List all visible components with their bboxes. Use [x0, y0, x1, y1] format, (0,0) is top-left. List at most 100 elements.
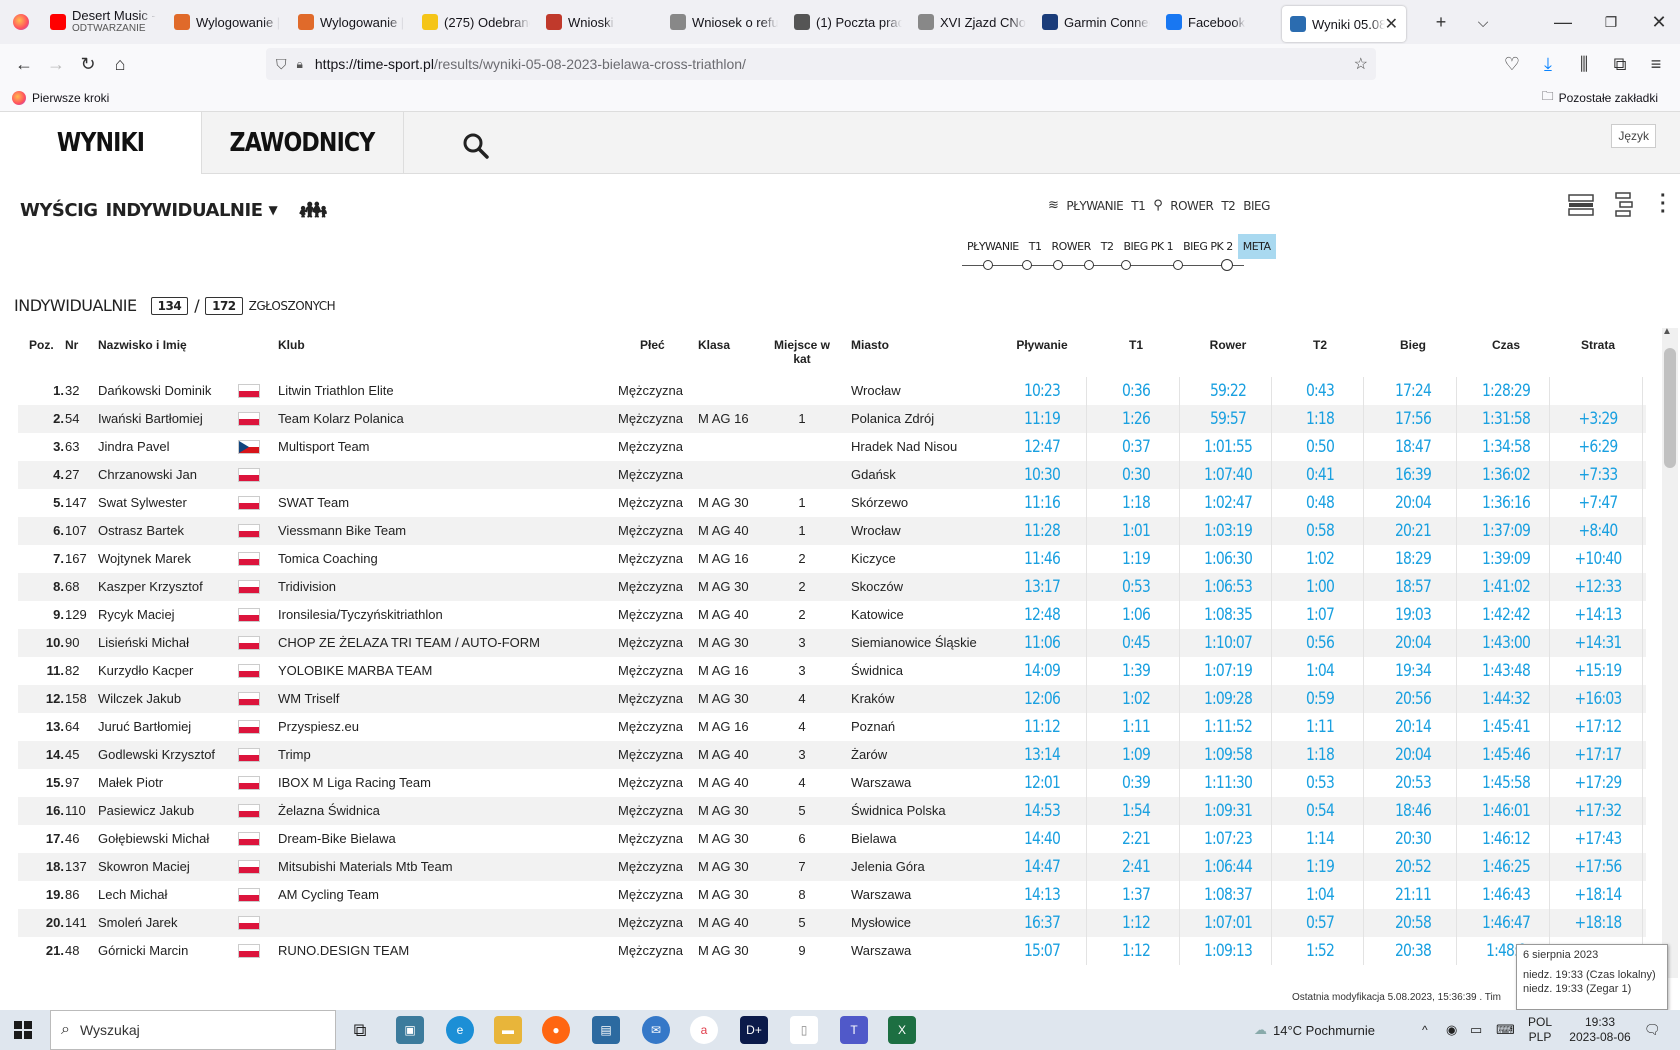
cell-name[interactable]: Wojtynek Marek	[98, 545, 243, 573]
browser-tab[interactable]: (275) Odebrane	[414, 0, 538, 44]
page-scrollbar[interactable]	[1662, 328, 1678, 978]
browser-tab[interactable]: Wylogowanie |	[290, 0, 414, 44]
table-row[interactable]: 13. 64 Juruć Bartłomiej Przyspiesz.eu Mężczy…	[18, 713, 1646, 741]
col-header-gap[interactable]: Strata	[1556, 338, 1640, 352]
teams-icon[interactable]: T	[840, 1016, 868, 1044]
split-finish[interactable]: META	[1237, 234, 1276, 259]
disney-icon[interactable]: D+	[740, 1016, 768, 1044]
cell-name[interactable]: Rycyk Maciej	[98, 601, 243, 629]
table-row[interactable]: 14. 45 Godlewski Krzysztof Trimp Mężczyzna M …	[18, 741, 1646, 769]
downloads-icon[interactable]: ⤓	[1532, 48, 1564, 80]
browser-tab[interactable]: XVI Zjazd CNoL – C	[910, 0, 1034, 44]
browser-tab[interactable]: Wnioski	[538, 0, 662, 44]
task-view-icon[interactable]: ⧉	[346, 1016, 374, 1044]
table-row[interactable]: 3. 63 Jindra Pavel Multisport Team Mężczyzna…	[18, 433, 1646, 461]
split-run-pk1[interactable]: BIEG PK 1	[1118, 234, 1178, 259]
cell-name[interactable]: Kaszper Krzysztof	[98, 573, 243, 601]
firefox-menu-icon[interactable]	[0, 0, 42, 44]
bookmark-star-icon[interactable]: ☆	[1354, 54, 1368, 74]
table-row[interactable]: 4. 27 Chrzanowski Jan Mężczyzna Gdańsk 10:30 0…	[18, 461, 1646, 489]
app-icon[interactable]: ▣	[396, 1016, 424, 1044]
scrollbar-thumb[interactable]	[1664, 348, 1676, 468]
col-header-run[interactable]: Bieg	[1371, 338, 1455, 352]
document-icon[interactable]: ▯	[790, 1016, 818, 1044]
table-row[interactable]: 21. 48 Górnicki Marcin RUNO.DESIGN TEAM Mężc…	[18, 937, 1646, 965]
extensions-icon[interactable]: ⧉	[1604, 48, 1636, 80]
table-row[interactable]: 6. 107 Ostrasz Bartek Viessmann Bike Team Mę…	[18, 517, 1646, 545]
table-row[interactable]: 10. 90 Lisieński Michał CHOP ZE ŻELAZA TRI …	[18, 629, 1646, 657]
table-row[interactable]: 16. 110 Pasiewicz Jakub Żelazna Świdnica Męż…	[18, 797, 1646, 825]
browser-tab[interactable]: Facebook	[1158, 0, 1282, 44]
taskbar-clock[interactable]: 19:33 2023-08-06	[1564, 1010, 1636, 1050]
more-options-icon[interactable]: · · ·	[1660, 186, 1667, 222]
minimize-icon[interactable]: —	[1540, 0, 1586, 44]
cell-name[interactable]: Kurzydło Kacper	[98, 657, 243, 685]
col-header-bike[interactable]: Rower	[1186, 338, 1270, 352]
split-t1[interactable]: T1	[1024, 234, 1047, 259]
col-header-club[interactable]: Klub	[278, 338, 305, 352]
cell-name[interactable]: Skowron Maciej	[98, 853, 243, 881]
cell-name[interactable]: Juruć Bartłomiej	[98, 713, 243, 741]
col-header-cat-place[interactable]: Miejsce w kat	[770, 338, 834, 366]
restore-icon[interactable]: ❐	[1588, 0, 1634, 44]
col-header-name[interactable]: Nazwisko i Imię	[98, 338, 187, 352]
table-row[interactable]: 9. 129 Rycyk Maciej Ironsilesia/Tyczyńskitr…	[18, 601, 1646, 629]
col-header-poz[interactable]: Poz.	[29, 338, 54, 352]
col-header-nr[interactable]: Nr	[65, 338, 78, 352]
split-bike[interactable]: ROWER	[1046, 234, 1095, 259]
network-icon[interactable]: ▤	[592, 1016, 620, 1044]
table-row[interactable]: 18. 137 Skowron Maciej Mitsubishi Materials…	[18, 853, 1646, 881]
cell-name[interactable]: Górnicki Marcin	[98, 937, 243, 965]
col-header-city[interactable]: Miasto	[851, 338, 889, 352]
timeline-dot-active[interactable]	[1221, 259, 1233, 271]
cell-name[interactable]: Wilczek Jakub	[98, 685, 243, 713]
firefox-icon[interactable]: ●	[542, 1016, 570, 1044]
split-swim[interactable]: PŁYWANIE	[962, 234, 1024, 259]
tray-keyboard-icon[interactable]: ⌨	[1496, 1010, 1515, 1050]
other-bookmarks[interactable]: 🗀 Pozostałe zakładki	[1542, 87, 1658, 108]
cell-name[interactable]: Lisieński Michał	[98, 629, 243, 657]
app-a-icon[interactable]: a	[690, 1016, 718, 1044]
search-icon[interactable]	[462, 132, 490, 165]
table-row[interactable]: 15. 97 Małek Piotr IBOX M Liga Racing Team M…	[18, 769, 1646, 797]
col-header-swim[interactable]: Pływanie	[1000, 338, 1084, 352]
browser-tab[interactable]: Wylogowanie |	[166, 0, 290, 44]
close-window-icon[interactable]: ✕	[1636, 0, 1680, 44]
table-row[interactable]: 20. 141 Smoleń Jarek Mężczyzna M AG 40 5 Mysło…	[18, 909, 1646, 937]
cell-name[interactable]: Jindra Pavel	[98, 433, 243, 461]
browser-tab[interactable]: Garmin Connec	[1034, 0, 1158, 44]
tab-results[interactable]: WYNIKI	[15, 112, 186, 174]
cell-name[interactable]: Dańkowski Dominik	[98, 377, 243, 405]
browser-tab[interactable]: (1) Poczta prac	[786, 0, 910, 44]
view-rows-icon[interactable]	[1568, 194, 1594, 221]
cell-name[interactable]: Gołębiewski Michał	[98, 825, 243, 853]
table-row[interactable]: 8. 68 Kaszper Krzysztof Tridivision Mężczyzn…	[18, 573, 1646, 601]
cell-name[interactable]: Swat Sylwester	[98, 489, 243, 517]
menu-icon[interactable]: ≡	[1640, 48, 1672, 80]
list-tabs-icon[interactable]: ⌵	[1460, 0, 1506, 44]
table-row[interactable]: 11. 82 Kurzydło Kacper YOLOBIKE MARBA TEAM M…	[18, 657, 1646, 685]
excel-icon[interactable]: X	[888, 1016, 916, 1044]
windows-start-icon[interactable]	[14, 1021, 32, 1044]
browser-tab[interactable]: Wyniki 05.08.202✕	[1282, 6, 1406, 42]
language-button[interactable]: Język	[1611, 124, 1656, 148]
cell-name[interactable]: Godlewski Krzysztof	[98, 741, 243, 769]
timeline-dot[interactable]	[1053, 260, 1063, 270]
bookmark-first-steps[interactable]: Pierwsze kroki	[32, 91, 109, 105]
tray-network-icon[interactable]: ▭	[1470, 1010, 1482, 1050]
input-language[interactable]: POL PLP	[1528, 1010, 1552, 1050]
race-selector[interactable]: WYŚCIG INDYWIDUALNIE ▼ 👪︎	[20, 192, 327, 228]
race-value[interactable]: INDYWIDUALNIE	[106, 200, 263, 221]
view-tree-icon[interactable]	[1614, 192, 1634, 223]
lock-icon[interactable]: 🔒︎	[297, 57, 303, 72]
table-row[interactable]: 19. 86 Lech Michał AM Cycling Team Mężczyzna…	[18, 881, 1646, 909]
cell-name[interactable]: Lech Michał	[98, 881, 243, 909]
forward-icon[interactable]: →	[40, 48, 72, 80]
tray-record-icon[interactable]: ◉	[1446, 1010, 1457, 1050]
cell-name[interactable]: Małek Piotr	[98, 769, 243, 797]
table-row[interactable]: 12. 158 Wilczek Jakub WM Triself Mężczyzna M …	[18, 685, 1646, 713]
col-header-class[interactable]: Klasa	[698, 338, 730, 352]
thunderbird-icon[interactable]: ✉	[642, 1016, 670, 1044]
table-row[interactable]: 5. 147 Swat Sylwester SWAT Team Mężczyzna M A…	[18, 489, 1646, 517]
url-bar[interactable]: ⛉ 🔒︎ https://time-sport.pl/results/wynik…	[266, 48, 1376, 80]
